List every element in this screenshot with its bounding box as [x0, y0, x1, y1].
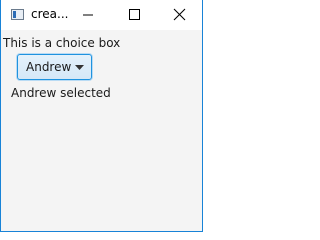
minimize-button[interactable] — [65, 0, 111, 30]
selection-status: Andrew selected — [11, 86, 111, 100]
close-button[interactable] — [156, 0, 202, 30]
choice-box-label: This is a choice box — [3, 36, 121, 50]
title-bar[interactable]: crea... — [1, 0, 202, 30]
minimize-icon — [83, 14, 93, 16]
maximize-button[interactable] — [111, 0, 157, 30]
choice-box-selected-value: Andrew — [26, 60, 72, 74]
chevron-down-icon — [75, 65, 84, 70]
close-icon — [173, 8, 186, 21]
window-title: crea... — [31, 7, 69, 21]
app-window-icon — [11, 9, 24, 20]
choice-box[interactable]: Andrew — [17, 54, 92, 80]
app-window: crea... This is a choice box Andrew Andr… — [0, 0, 203, 232]
maximize-icon — [129, 9, 140, 20]
